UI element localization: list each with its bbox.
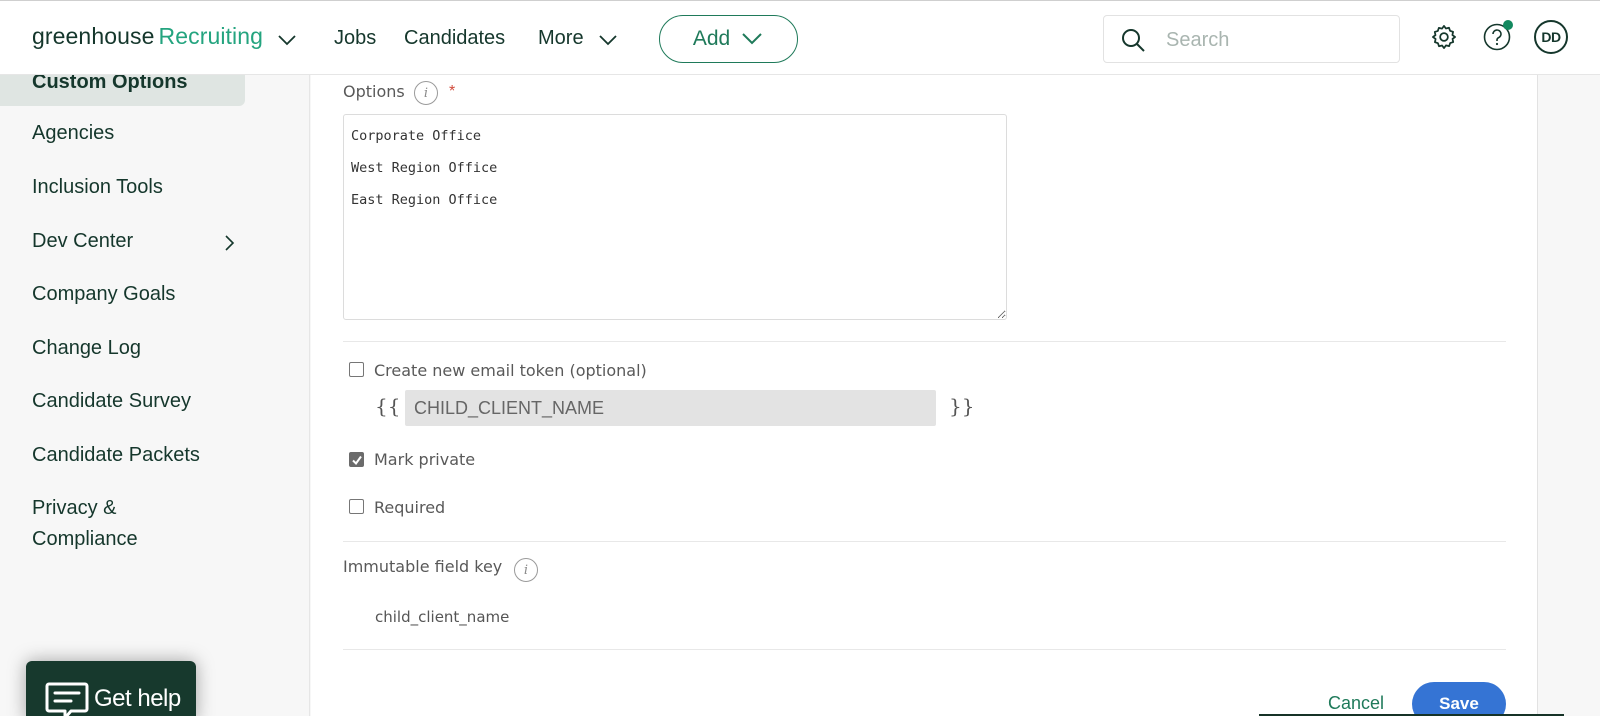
save-button-label: Save [1439, 694, 1479, 713]
notification-dot [1503, 20, 1513, 30]
brand-logo[interactable]: greenhouse Recruiting [32, 23, 263, 50]
add-button-label: Add [692, 27, 731, 50]
divider [343, 541, 1506, 542]
sidebar-item-candidate-packets[interactable]: Candidate Packets [32, 440, 200, 471]
search-icon [1122, 29, 1145, 52]
search-box[interactable] [1103, 15, 1400, 63]
sidebar-item-label-line2: Compliance [32, 528, 138, 550]
mark-private-checkbox[interactable] [349, 452, 364, 467]
settings-button[interactable] [1427, 19, 1461, 55]
required-checkbox[interactable] [349, 499, 364, 514]
sidebar-item-agencies[interactable]: Agencies [32, 118, 114, 149]
checkmark-icon [352, 455, 362, 466]
sidebar-item-company-goals[interactable]: Company Goals [32, 279, 175, 310]
sidebar-item-candidate-survey[interactable]: Candidate Survey [32, 386, 191, 417]
chevron-right-icon[interactable] [222, 234, 236, 252]
user-avatar[interactable]: DD [1534, 20, 1568, 54]
search-input[interactable] [1166, 24, 1386, 56]
cancel-button[interactable]: Cancel [1328, 693, 1384, 714]
divider [343, 341, 1506, 342]
nav-more[interactable]: More [538, 27, 584, 50]
get-help-label: Get help [94, 685, 181, 712]
help-button[interactable] [1480, 19, 1514, 55]
add-button[interactable]: Add [659, 15, 798, 63]
chevron-down-icon[interactable] [276, 29, 298, 51]
sidebar-item-label: Privacy & [32, 497, 117, 519]
token-open-brace: {{ [375, 394, 401, 418]
email-token-label: Create new email token (optional) [374, 361, 647, 380]
immutable-key-label: Immutable field key [343, 557, 503, 576]
gear-icon [1432, 25, 1456, 49]
immutable-key-value: child_client_name [375, 608, 510, 626]
required-asterisk: * [449, 83, 456, 100]
chat-icon [45, 682, 89, 716]
sidebar-item-dev-center[interactable]: Dev Center [32, 226, 133, 257]
email-token-checkbox[interactable] [349, 362, 364, 377]
sidebar: Custom Options Agencies Inclusion Tools … [0, 71, 310, 716]
options-label: Options [343, 82, 405, 101]
sidebar-item-privacy-compliance[interactable]: Privacy & Compliance [32, 493, 138, 555]
sidebar-item-inclusion-tools[interactable]: Inclusion Tools [32, 172, 163, 203]
mark-private-label: Mark private [374, 450, 476, 469]
brand-primary: greenhouse [32, 23, 155, 49]
sidebar-item-change-log[interactable]: Change Log [32, 333, 141, 364]
sidebar-item-custom-options[interactable]: Custom Options [0, 71, 245, 106]
brand-secondary: Recruiting [158, 23, 264, 49]
required-label: Required [374, 498, 446, 517]
divider [343, 649, 1506, 650]
top-navigation: greenhouse Recruiting Jobs Candidates Mor… [0, 0, 1600, 75]
save-button[interactable]: Save [1412, 682, 1506, 716]
nav-candidates[interactable]: Candidates [404, 27, 505, 50]
email-token-input[interactable] [405, 390, 936, 426]
get-help-button[interactable]: Get help [26, 661, 196, 716]
nav-jobs[interactable]: Jobs [334, 27, 376, 50]
info-icon[interactable]: i [414, 81, 438, 105]
chevron-down-icon[interactable] [597, 32, 619, 48]
info-icon[interactable]: i [514, 558, 538, 582]
options-textarea[interactable] [343, 114, 1007, 320]
custom-field-form: Options i * Create new email token (opti… [311, 75, 1538, 716]
chevron-down-icon [742, 33, 762, 45]
token-close-brace: }} [949, 394, 975, 418]
